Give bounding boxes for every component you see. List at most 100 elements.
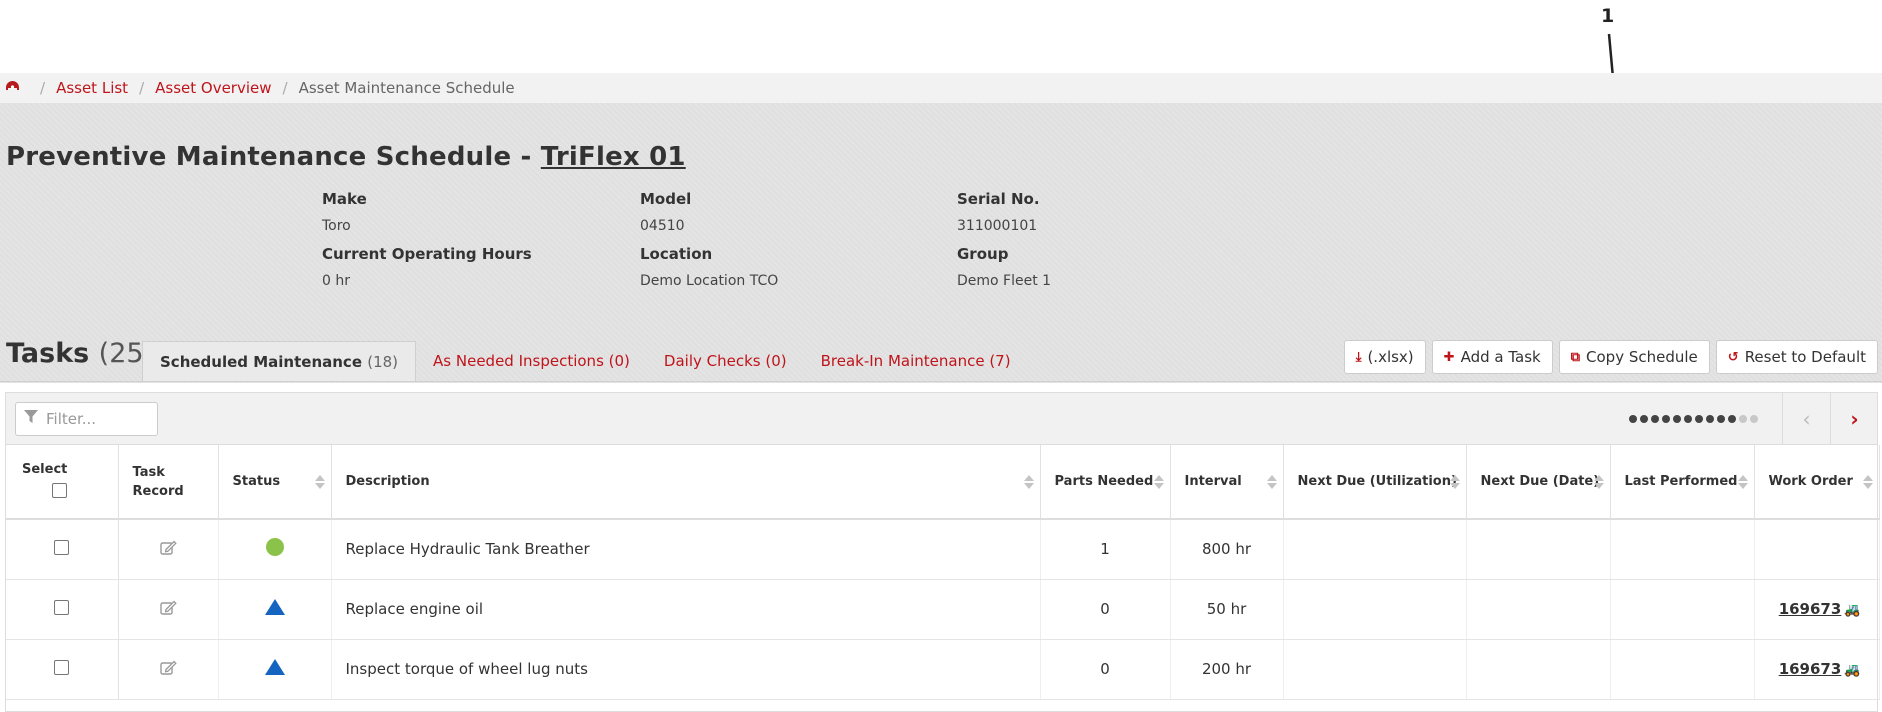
grid-toolbar: ‹ › xyxy=(6,393,1877,445)
asset-name-link[interactable]: TriFlex 01 xyxy=(541,142,686,172)
make-label: Make xyxy=(322,190,367,208)
task-record-cell xyxy=(118,639,219,700)
status-warning-icon xyxy=(264,599,285,615)
next-due-utilization-cell xyxy=(1283,579,1467,640)
sort-icon xyxy=(1737,474,1748,489)
column-next-util-label: Next Due (Utilization) xyxy=(1297,474,1457,489)
hours-field: Current Operating Hours 0 hr xyxy=(322,245,642,289)
add-task-button[interactable]: ✚ Add a Task xyxy=(1431,340,1553,374)
parts-cell: 0 xyxy=(1040,579,1171,640)
select-all-checkbox[interactable] xyxy=(52,482,67,498)
page-dot[interactable] xyxy=(1695,415,1703,423)
tab-daily-checks[interactable]: Daily Checks (0) xyxy=(647,341,804,381)
next-due-utilization-cell xyxy=(1283,519,1467,580)
column-next-due-date[interactable]: Next Due (Date) xyxy=(1466,445,1611,520)
breadcrumb-asset-list[interactable]: Asset List xyxy=(56,79,128,97)
tab-scheduled-maintenance[interactable]: Scheduled Maintenance (18) xyxy=(142,341,417,381)
export-xlsx-button[interactable]: ⤓ (.xlsx) xyxy=(1343,340,1426,374)
hours-value: 0 hr xyxy=(322,273,350,289)
dashboard-icon[interactable] xyxy=(6,80,19,96)
column-description[interactable]: Description xyxy=(331,445,1041,520)
interval-cell: 800 hr xyxy=(1170,519,1284,580)
edit-icon[interactable] xyxy=(159,600,177,619)
page-dot[interactable] xyxy=(1629,415,1637,423)
breadcrumb-asset-overview[interactable]: Asset Overview xyxy=(155,79,271,97)
description-cell: Replace engine oil xyxy=(331,579,1041,640)
work-order-icon: 🚜 xyxy=(1844,603,1861,618)
make-value: Toro xyxy=(322,218,351,234)
breadcrumb-separator: / xyxy=(139,79,145,97)
make-field: Make Toro xyxy=(322,190,642,234)
select-cell xyxy=(6,519,119,580)
edit-icon[interactable] xyxy=(159,660,177,679)
serial-value: 311000101 xyxy=(957,218,1038,234)
previous-page-button[interactable]: ‹ xyxy=(1782,393,1830,444)
column-parts-label: Parts Needed xyxy=(1054,474,1154,489)
reset-to-default-button[interactable]: ↺ Reset to Default xyxy=(1715,340,1878,374)
task-record-cell xyxy=(118,519,219,580)
sort-icon xyxy=(1593,474,1604,489)
page-dot[interactable] xyxy=(1640,415,1648,423)
group-value: Demo Fleet 1 xyxy=(957,273,1052,289)
column-status-label: Status xyxy=(232,474,281,489)
column-status[interactable]: Status xyxy=(218,445,332,520)
column-task-record: Task Record xyxy=(118,445,219,520)
page-dot[interactable] xyxy=(1706,415,1714,423)
page-dot[interactable] xyxy=(1684,415,1692,423)
select-cell xyxy=(6,579,119,640)
table-row[interactable]: Inspect torque of wheel lug nuts 0 200 h… xyxy=(6,639,1880,700)
group-field: Group Demo Fleet 1 xyxy=(957,245,1277,289)
interval-cell: 50 hr xyxy=(1170,579,1284,640)
row-checkbox[interactable] xyxy=(54,599,70,615)
tab-as-needed-inspections[interactable]: As Needed Inspections (0) xyxy=(416,341,647,381)
column-work-order[interactable]: Work Order xyxy=(1754,445,1880,520)
tab-break-in-maintenance[interactable]: Break-In Maintenance (7) xyxy=(804,341,1028,381)
work-order-link[interactable]: 169673 xyxy=(1779,600,1842,618)
page-dot[interactable] xyxy=(1651,415,1659,423)
parts-cell: 0 xyxy=(1040,639,1171,700)
page-indicator xyxy=(1629,415,1758,423)
description-cell: Replace Hydraulic Tank Breather xyxy=(331,519,1041,580)
edit-icon[interactable] xyxy=(159,540,177,559)
last-performed-cell xyxy=(1610,579,1755,640)
breadcrumb-separator: / xyxy=(282,79,288,97)
filter-icon xyxy=(24,410,38,428)
breadcrumb: / Asset List / Asset Overview / Asset Ma… xyxy=(0,73,1882,103)
copy-schedule-button[interactable]: ⧉ Copy Schedule xyxy=(1558,340,1710,374)
table-row[interactable]: Replace Hydraulic Tank Breather 1 800 hr xyxy=(6,519,1880,580)
work-order-link[interactable]: 169673 xyxy=(1779,660,1842,678)
status-ok-icon xyxy=(265,538,284,557)
page-dot[interactable] xyxy=(1739,415,1747,423)
interval-cell: 200 hr xyxy=(1170,639,1284,700)
location-field: Location Demo Location TCO xyxy=(640,245,960,289)
table-header-row: Select Task Record Status Description Pa… xyxy=(6,445,1880,520)
next-due-date-cell xyxy=(1466,639,1611,700)
column-last-label: Last Performed xyxy=(1624,474,1738,489)
model-value: 04510 xyxy=(640,218,685,234)
column-parts-needed[interactable]: Parts Needed xyxy=(1040,445,1171,520)
table-row[interactable]: Replace engine oil 0 50 hr 169673 🚜 xyxy=(6,579,1880,640)
page-dot[interactable] xyxy=(1728,415,1736,423)
tasks-heading: Tasks (25) xyxy=(6,338,154,369)
hours-label: Current Operating Hours xyxy=(322,245,532,263)
column-interval[interactable]: Interval xyxy=(1170,445,1284,520)
task-actions: ⤓ (.xlsx) ✚ Add a Task ⧉ Copy Schedule ↺… xyxy=(1343,340,1878,374)
page-dot[interactable] xyxy=(1673,415,1681,423)
breadcrumb-current: Asset Maintenance Schedule xyxy=(298,79,515,97)
column-last-performed[interactable]: Last Performed xyxy=(1610,445,1755,520)
reset-label: Reset to Default xyxy=(1744,348,1866,366)
sort-icon xyxy=(1449,474,1460,489)
group-label: Group xyxy=(957,245,1009,263)
column-next-due-utilization[interactable]: Next Due (Utilization) xyxy=(1283,445,1467,520)
plus-icon: ✚ xyxy=(1443,349,1455,365)
row-checkbox[interactable] xyxy=(54,539,70,555)
copy-icon: ⧉ xyxy=(1570,349,1581,365)
column-next-date-label: Next Due (Date) xyxy=(1480,474,1600,489)
row-checkbox[interactable] xyxy=(54,659,70,675)
page-dot[interactable] xyxy=(1750,415,1758,423)
page-dot[interactable] xyxy=(1717,415,1725,423)
filter-box[interactable] xyxy=(15,402,158,436)
next-page-button[interactable]: › xyxy=(1830,393,1878,444)
filter-input[interactable] xyxy=(46,410,146,428)
page-dot[interactable] xyxy=(1662,415,1670,423)
